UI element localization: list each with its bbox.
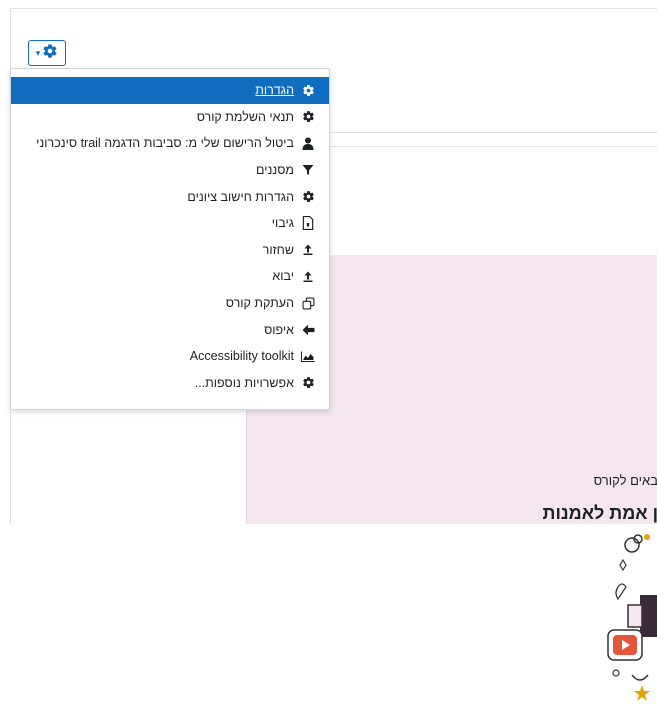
welcome-text: באים לקורס <box>593 473 657 488</box>
menu-item-label: הגדרות <box>255 83 294 98</box>
menu-item-restore[interactable]: שחזור <box>11 237 329 264</box>
gear-icon <box>301 190 315 204</box>
menu-item-label: הגדרות חישוב ציונים <box>187 189 294 204</box>
menu-item-backup[interactable]: גיבוי <box>11 210 329 237</box>
menu-item-label: תנאי השלמת קורס <box>196 109 294 124</box>
menu-item-label: יבוא <box>272 269 294 284</box>
file-archive-icon <box>301 216 315 231</box>
course-illustration <box>607 534 657 701</box>
menu-item-label: שחזור <box>262 242 294 257</box>
upload-icon <box>301 269 315 283</box>
caret-down-icon: ▾ <box>35 47 41 58</box>
course-title: ן אמת לאמנות <box>542 503 657 523</box>
menu-item-settings[interactable]: הגדרות <box>11 77 329 104</box>
filter-icon <box>301 163 315 177</box>
menu-item-label: Accessibility toolkit <box>189 349 294 364</box>
menu-item-copy-course[interactable]: העתקת קורס <box>11 290 329 317</box>
copy-icon <box>301 296 315 310</box>
gear-icon <box>301 83 315 97</box>
gear-icon <box>42 43 58 64</box>
divider <box>330 132 657 133</box>
menu-item-filters[interactable]: מסננים <box>11 157 329 184</box>
menu-item-completion[interactable]: תנאי השלמת קורס <box>11 104 329 131</box>
menu-item-accessibility-toolkit[interactable]: Accessibility toolkit <box>11 343 329 370</box>
menu-item-label: גיבוי <box>271 216 294 231</box>
menu-item-label: העתקת קורס <box>225 296 294 311</box>
menu-item-grade-settings[interactable]: הגדרות חישוב ציונים <box>11 183 329 210</box>
menu-item-import[interactable]: יבוא <box>11 263 329 290</box>
menu-item-label: אפשרויות נוספות... <box>194 375 294 390</box>
menu-item-reset[interactable]: איפוס <box>11 316 329 343</box>
course-actions-menu-toggle[interactable]: ▾ <box>28 40 66 66</box>
area-chart-icon <box>301 349 315 363</box>
gear-icon <box>301 110 315 124</box>
page-border-top <box>10 8 657 9</box>
menu-item-label: ביטול הרישום שלי מ: סביבות הדגמה trail ס… <box>36 136 294 151</box>
menu-item-unenrol[interactable]: ביטול הרישום שלי מ: סביבות הדגמה trail ס… <box>11 130 329 157</box>
menu-item-label: מסננים <box>256 163 294 178</box>
upload-icon <box>301 243 315 257</box>
divider <box>330 146 657 147</box>
menu-item-label: איפוס <box>264 322 294 337</box>
arrow-left-icon <box>301 323 315 337</box>
user-icon <box>301 136 315 150</box>
course-actions-dropdown: הגדרות תנאי השלמת קורס ביטול הרישום שלי … <box>10 68 330 410</box>
menu-item-more-options[interactable]: אפשרויות נוספות... <box>11 370 329 397</box>
gear-icon <box>301 376 315 390</box>
